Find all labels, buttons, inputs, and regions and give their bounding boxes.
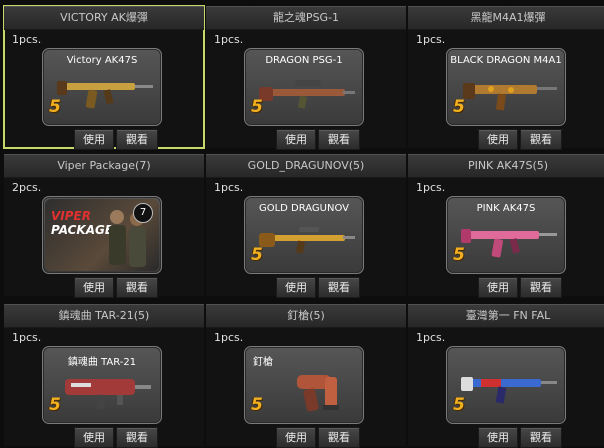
view-button[interactable]: 觀看 bbox=[318, 427, 360, 448]
item-card[interactable]: 釘槍 5 bbox=[244, 346, 364, 424]
assault-rifle-icon bbox=[461, 229, 557, 258]
nail-gun-icon bbox=[297, 375, 339, 412]
item-count: 1pcs. bbox=[12, 33, 42, 46]
use-button[interactable]: 使用 bbox=[276, 129, 316, 150]
view-button[interactable]: 觀看 bbox=[520, 427, 562, 448]
view-button[interactable]: 觀看 bbox=[116, 129, 158, 150]
grade-badge: 5 bbox=[251, 395, 263, 415]
item-count: 2pcs. bbox=[12, 181, 42, 194]
battle-rifle-icon bbox=[461, 377, 557, 404]
use-button[interactable]: 使用 bbox=[74, 277, 114, 298]
item-card[interactable]: BLACK DRAGON M4A1 5 bbox=[446, 48, 566, 126]
item-count: 1pcs. bbox=[12, 331, 42, 344]
item-card[interactable]: Victory AK47S 5 bbox=[42, 48, 162, 126]
use-button[interactable]: 使用 bbox=[74, 129, 114, 150]
package-count-badge: 7 bbox=[133, 203, 153, 223]
view-button[interactable]: 觀看 bbox=[520, 277, 562, 298]
assault-rifle-icon bbox=[57, 81, 153, 109]
assault-rifle-icon bbox=[463, 83, 557, 111]
view-button[interactable]: 觀看 bbox=[116, 277, 158, 298]
item-title: 龍之魂PSG-1 bbox=[206, 6, 406, 30]
item-slot-nail-gun[interactable]: 釘槍(5) 1pcs. 釘槍 5 使用 觀看 bbox=[206, 304, 406, 448]
item-card[interactable]: 5 bbox=[446, 346, 566, 424]
view-button[interactable]: 觀看 bbox=[520, 129, 562, 150]
use-button[interactable]: 使用 bbox=[276, 427, 316, 448]
use-button[interactable]: 使用 bbox=[478, 129, 518, 150]
sniper-rifle-icon bbox=[259, 80, 355, 109]
item-title: GOLD_DRAGUNOV(5) bbox=[206, 154, 406, 178]
view-button[interactable]: 觀看 bbox=[116, 427, 158, 448]
item-card-name: GOLD DRAGUNOV bbox=[258, 203, 350, 214]
item-title: VICTORY AK爆彈 bbox=[4, 6, 204, 30]
item-card[interactable]: DRAGON PSG-1 5 bbox=[244, 48, 364, 126]
view-button[interactable]: 觀看 bbox=[318, 129, 360, 150]
use-button[interactable]: 使用 bbox=[478, 277, 518, 298]
bullpup-rifle-icon bbox=[65, 379, 151, 410]
item-count: 1pcs. bbox=[416, 331, 446, 344]
grade-badge: 5 bbox=[453, 245, 465, 265]
grade-badge: 5 bbox=[49, 97, 61, 117]
item-count: 1pcs. bbox=[214, 33, 244, 46]
item-card-name: PINK AK47S bbox=[476, 203, 536, 214]
item-count: 1pcs. bbox=[416, 33, 446, 46]
inventory-grid: VICTORY AK爆彈 1pcs. Victory AK47S 5 使用 觀看… bbox=[0, 0, 604, 448]
item-card[interactable]: GOLD DRAGUNOV 5 bbox=[244, 196, 364, 274]
item-count: 1pcs. bbox=[214, 181, 244, 194]
item-slot-gold-dragunov[interactable]: GOLD_DRAGUNOV(5) 1pcs. GOLD DRAGUNOV 5 使… bbox=[206, 154, 406, 298]
item-title: 臺灣第一 FN FAL bbox=[408, 304, 604, 328]
item-title: Viper Package(7) bbox=[4, 154, 204, 178]
item-card-name: 釘槍 bbox=[253, 357, 273, 368]
grade-badge: 5 bbox=[49, 395, 61, 415]
grade-badge: 5 bbox=[453, 395, 465, 415]
item-card-name: DRAGON PSG-1 bbox=[265, 55, 343, 66]
item-title: PINK AK47S(5) bbox=[408, 154, 604, 178]
item-card[interactable]: 鎮魂曲 TAR-21 5 bbox=[42, 346, 162, 424]
item-title: 釘槍(5) bbox=[206, 304, 406, 328]
item-card[interactable]: PINK AK47S 5 bbox=[446, 196, 566, 274]
use-button[interactable]: 使用 bbox=[276, 277, 316, 298]
item-slot-dragon-psg1[interactable]: 龍之魂PSG-1 1pcs. DRAGON PSG-1 5 使用 觀看 bbox=[206, 6, 406, 150]
item-slot-viper-package[interactable]: Viper Package(7) 2pcs. VIPER PACKAGE 7 使… bbox=[4, 154, 204, 298]
item-card-name: Victory AK47S bbox=[66, 55, 138, 66]
package-word-1: VIPER bbox=[51, 209, 91, 223]
view-button[interactable]: 觀看 bbox=[318, 277, 360, 298]
item-card-name: BLACK DRAGON M4A1 bbox=[450, 55, 562, 66]
item-title: 黑龍M4A1爆彈 bbox=[408, 6, 604, 30]
item-title: 鎮魂曲 TAR-21(5) bbox=[4, 304, 204, 328]
item-slot-requiem-tar21[interactable]: 鎮魂曲 TAR-21(5) 1pcs. 鎮魂曲 TAR-21 5 使用 觀看 bbox=[4, 304, 204, 448]
item-slot-black-dragon-m4a1[interactable]: 黑龍M4A1爆彈 1pcs. BLACK DRAGON M4A1 5 使用 觀看 bbox=[408, 6, 604, 150]
item-count: 1pcs. bbox=[214, 331, 244, 344]
item-card-name: 鎮魂曲 TAR-21 bbox=[67, 357, 137, 368]
grade-badge: 5 bbox=[453, 97, 465, 117]
item-card[interactable]: VIPER PACKAGE 7 bbox=[42, 196, 162, 274]
grade-badge: 5 bbox=[251, 245, 263, 265]
sniper-rifle-icon bbox=[259, 227, 355, 254]
item-slot-pink-ak47s[interactable]: PINK AK47S(5) 1pcs. PINK AK47S 5 使用 觀看 bbox=[408, 154, 604, 298]
grade-badge: 5 bbox=[251, 97, 263, 117]
item-slot-victory-ak[interactable]: VICTORY AK爆彈 1pcs. Victory AK47S 5 使用 觀看 bbox=[3, 5, 205, 150]
item-slot-taiwan-fn-fal[interactable]: 臺灣第一 FN FAL 1pcs. 5 使用 觀看 bbox=[408, 304, 604, 448]
package-artwork: VIPER PACKAGE 7 bbox=[45, 199, 159, 271]
use-button[interactable]: 使用 bbox=[74, 427, 114, 448]
use-button[interactable]: 使用 bbox=[478, 427, 518, 448]
item-count: 1pcs. bbox=[416, 181, 446, 194]
